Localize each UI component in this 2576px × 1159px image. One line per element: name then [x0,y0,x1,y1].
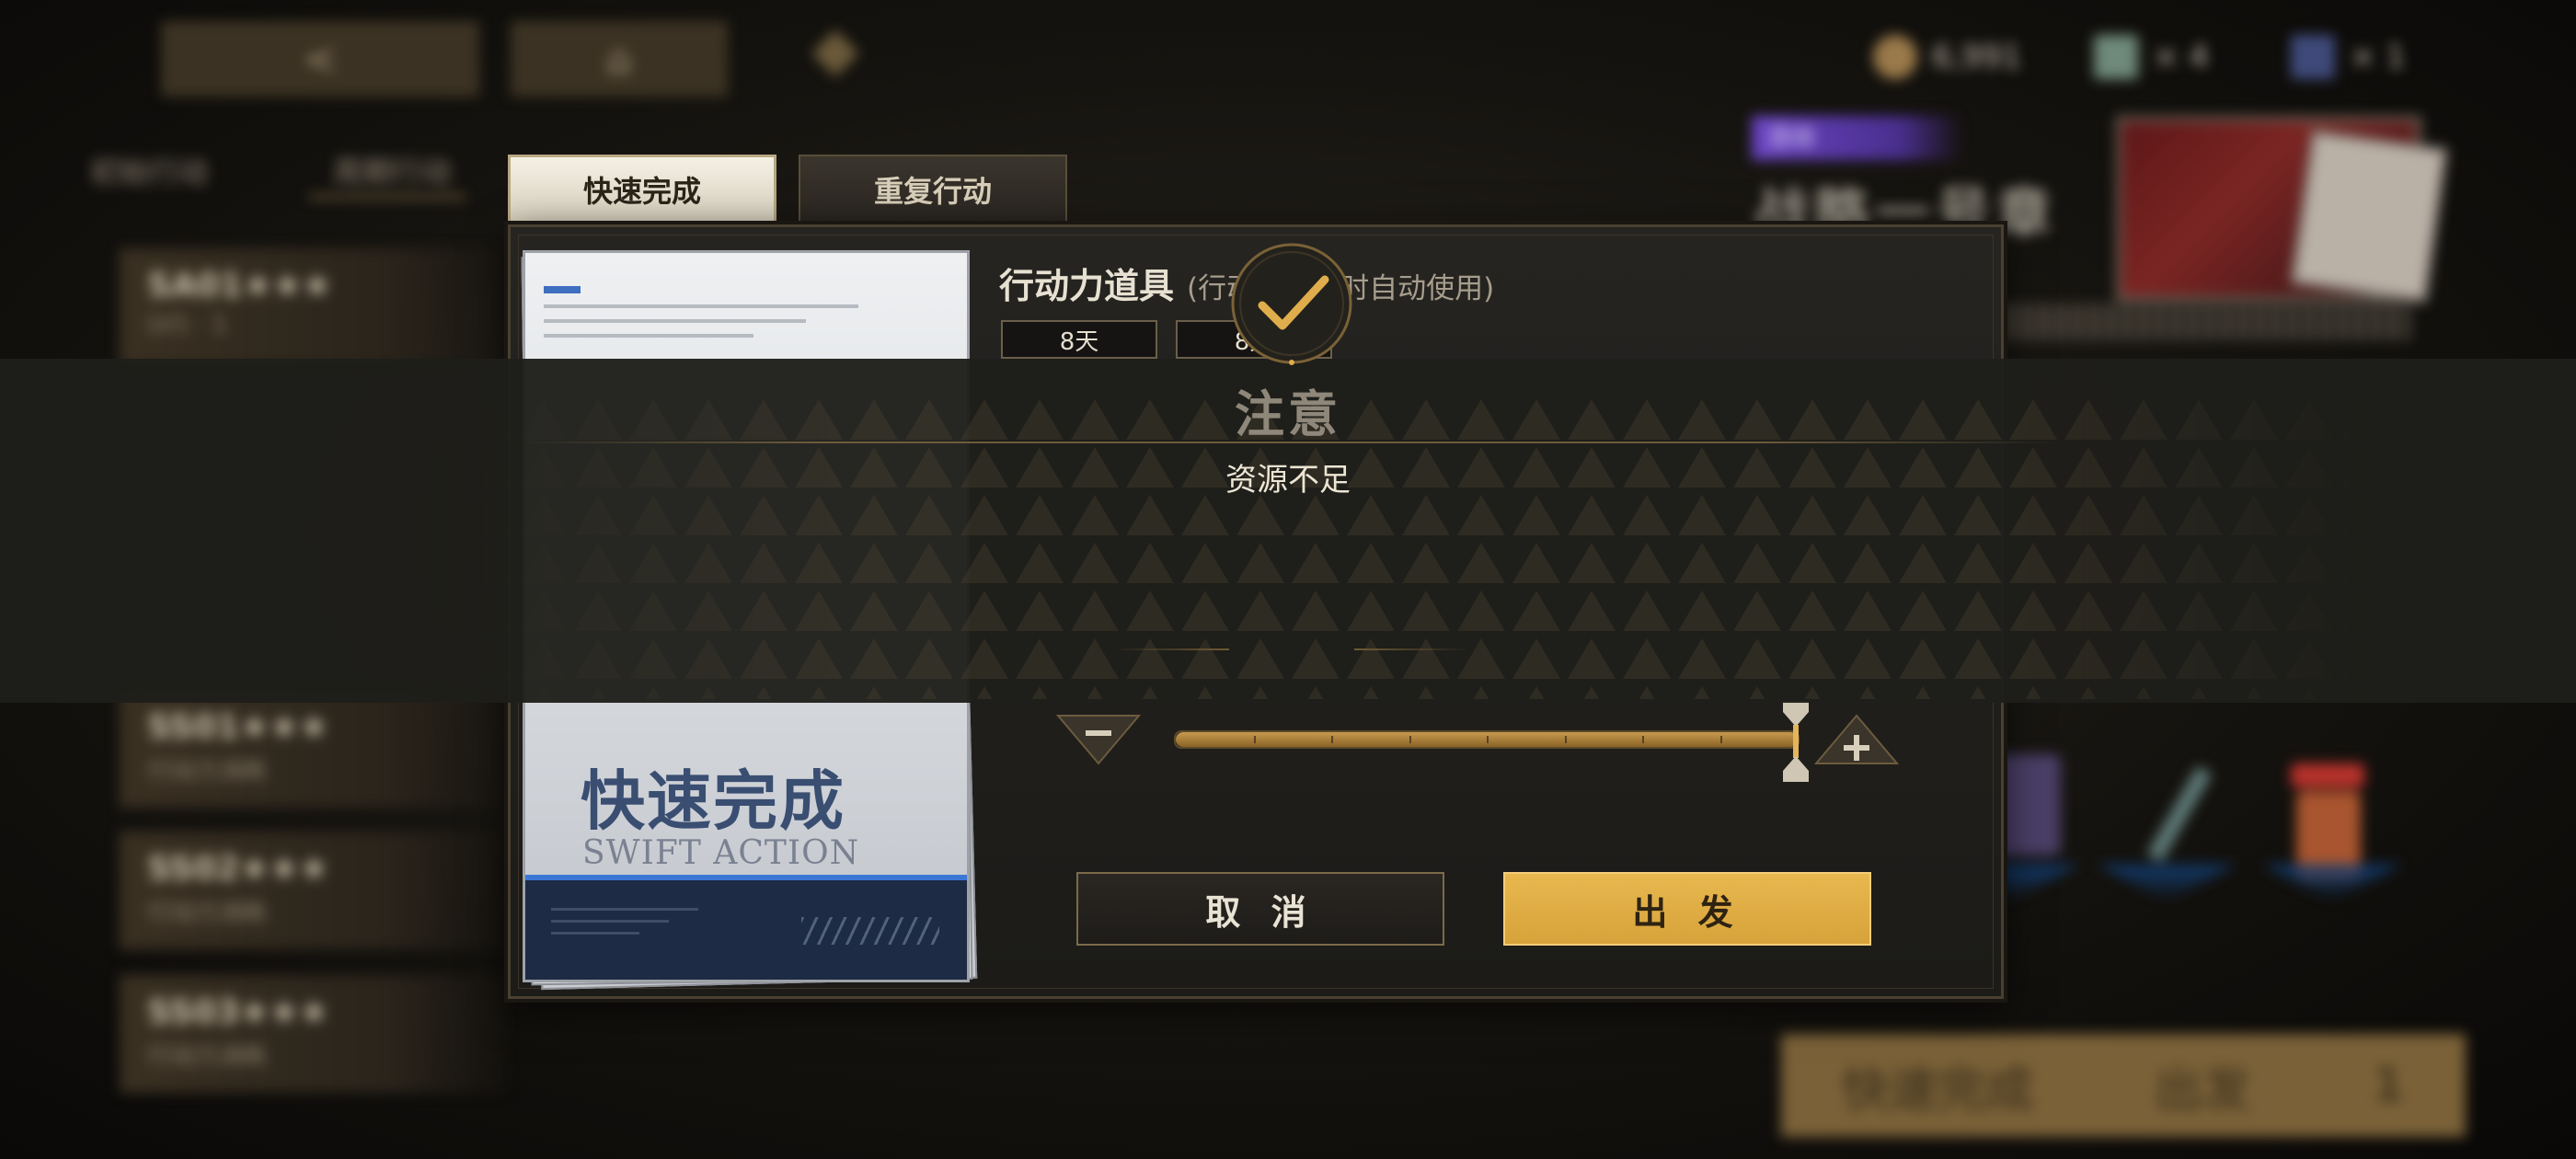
slider-tick [1409,736,1411,743]
reward-rarity-marker [2263,865,2401,901]
coin-icon [1873,35,1917,79]
bg-tab-cycle[interactable]: 周期行动 [333,149,451,191]
slider-thumb[interactable] [1779,699,1812,784]
bg-depart-label: 出发 [2154,1062,2250,1119]
card-header-strip [544,286,581,293]
stage-name: SS01★★★ [147,708,329,746]
alert-banner: 注意 资源不足 [0,359,2576,703]
item-section-title: 行动力道具 [999,265,1175,306]
stage-desc: LV1 · 1 [147,311,228,339]
bg-stage-item[interactable]: SS02★★★ 行动力消耗 [120,832,506,949]
event-description [2006,304,2410,340]
slider-tick [1719,736,1722,743]
alert-confirm-button[interactable] [1229,241,1354,366]
alert-title: 注意 [1235,384,1341,443]
bg-stage-item[interactable]: SS01★★★ 行动力消耗 [120,690,506,808]
tab-repeat-action[interactable]: 重复行动 [799,155,1067,224]
resource-energy: × 4 [2094,29,2209,85]
minus-icon [1055,715,1142,765]
energy-icon [2094,35,2138,79]
bg-tab-initial[interactable]: 初始行动 [90,149,208,191]
bg-bottom-bar[interactable]: 快速完成 出发 1 [1781,1034,2466,1137]
home-icon: ⌂ [606,35,632,83]
bg-stage-item[interactable]: SS03★★★ 行动力消耗 [120,975,506,1093]
card-text-lines [544,304,893,360]
stage-desc: 行动力消耗 [147,758,268,786]
depart-button[interactable]: 出 发 [1503,872,1871,946]
resource-value: × 4 [2153,39,2209,75]
increment-button[interactable] [1812,710,1901,769]
game-screen: < ⌂ 初始行动 周期行动 SA01★★★ LV1 · 1 SS01★★★ 行动… [0,0,2576,1159]
event-tag: 活动 [1752,116,1963,160]
home-button[interactable]: ⌂ [512,22,727,96]
alert-message: 资源不足 [1225,462,1351,499]
bg-count-label: 1 [2371,1058,2406,1113]
stage-name: SS02★★★ [147,850,329,888]
tab-swift-action[interactable]: 快速完成 [508,155,776,224]
slider-tick [1642,736,1644,743]
slider-tick [1564,736,1567,743]
stage-desc: 行动力消耗 [147,900,268,927]
duration-chip[interactable]: 8天 [1001,320,1157,359]
confirm-decor-line [1354,648,1470,650]
bg-stage-item[interactable]: SA01★★★ LV1 · 1 [120,248,506,366]
alert-divider [515,442,2061,443]
event-artwork-secondary [2289,129,2449,304]
cancel-button[interactable]: 取 消 [1076,872,1444,946]
card-title-en: SWIFT ACTION [582,834,860,872]
slider-tick [1253,736,1256,743]
resource-ticket: × 1 [2291,29,2406,85]
decrement-button[interactable] [1054,710,1143,769]
resource-value: × 1 [2350,39,2406,75]
bg-tab-underline [309,195,466,199]
bg-quick-finish-label: 快速完成 [1841,1062,2033,1119]
card-title-cn: 快速完成 [581,763,845,839]
resource-value: 6,991 [1932,39,2022,75]
plus-icon [1813,714,1900,764]
card-footer-text [551,908,698,944]
back-arrow-icon: < [303,35,338,83]
stage-name: SS03★★★ [147,993,329,1031]
resource-coins: 6,991 [1873,29,2021,85]
back-button[interactable]: < [162,22,478,96]
card-footer-stripes [801,917,939,945]
confirm-decor-line [1113,648,1229,650]
slider-tick [1331,736,1333,743]
stage-desc: 行动力消耗 [147,1043,268,1071]
quantity-slider[interactable] [1174,730,1800,749]
ticket-icon [2291,35,2335,79]
slider-tick [1487,736,1489,743]
card-footer [525,875,967,980]
stage-name: SA01★★★ [147,267,332,304]
diamond-icon [811,29,859,77]
